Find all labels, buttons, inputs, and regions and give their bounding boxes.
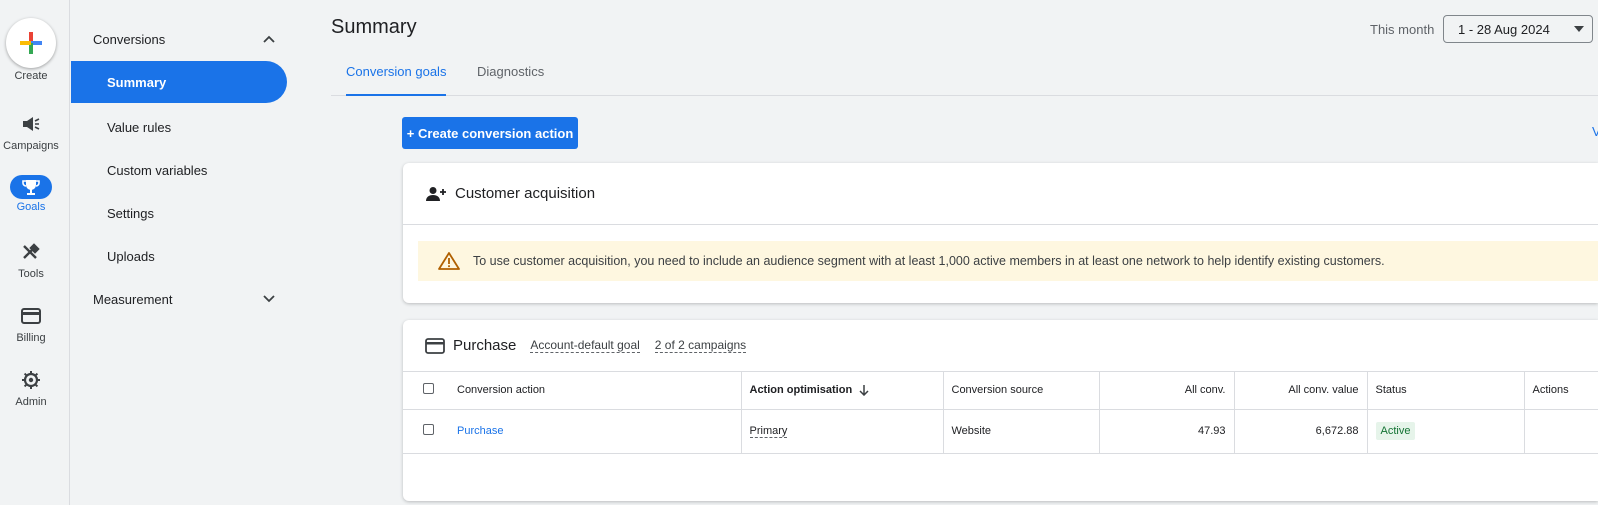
customer-acquisition-card: Customer acquisition To use customer acq…	[403, 163, 1598, 303]
left-rail: Create Campaigns Goals Tools Billing Adm…	[0, 0, 70, 505]
tab-diagnostics[interactable]: Diagnostics	[477, 64, 544, 96]
cell-all-conv-value: 6,672.88	[1234, 409, 1368, 454]
purchase-header: Purchase Account-default goal 2 of 2 cam…	[403, 320, 1598, 372]
customer-acquisition-warning: To use customer acquisition, you need to…	[418, 241, 1598, 281]
row-checkbox[interactable]	[423, 424, 434, 435]
nav-item-settings[interactable]: Settings	[71, 192, 287, 234]
table-row: Purchase Primary Website 47.93 6,672.88 …	[403, 409, 1598, 454]
tabs-bar: Conversion goals Diagnostics	[331, 56, 1598, 96]
secondary-nav: Conversions Summary Value rules Custom v…	[71, 0, 301, 505]
col-action-optimisation-label: Action optimisation	[749, 384, 853, 397]
nav-item-value-rules[interactable]: Value rules	[71, 106, 287, 148]
status-badge: Active	[1375, 422, 1416, 440]
date-range-value: 1 - 28 Aug 2024	[1458, 21, 1550, 37]
cell-actions	[1524, 409, 1598, 454]
col-actions: Actions	[1524, 372, 1598, 410]
page-title: Summary	[331, 16, 417, 38]
col-all-conv[interactable]: All conv.	[1099, 372, 1235, 410]
rail-item-tools[interactable]: Tools	[0, 240, 62, 280]
campaigns-count-link[interactable]: 2 of 2 campaigns	[654, 338, 747, 353]
nav-item-summary[interactable]: Summary	[71, 61, 287, 103]
rail-item-campaigns[interactable]: Campaigns	[0, 112, 62, 152]
tab-conversion-goals[interactable]: Conversion goals	[346, 64, 447, 96]
cell-action-optimisation: Primary	[741, 409, 944, 454]
col-conversion-source[interactable]: Conversion source	[943, 372, 1100, 410]
nav-item-custom-variables[interactable]: Custom variables	[71, 149, 287, 191]
cell-conversion-action: Purchase	[449, 409, 742, 454]
person-add-icon	[425, 186, 449, 202]
view-link-truncated[interactable]: V	[1592, 124, 1598, 139]
nav-conversions[interactable]: Conversions	[71, 23, 291, 55]
sort-arrow-down-icon	[859, 384, 869, 396]
rail-label-admin: Admin	[15, 396, 47, 408]
nav-measurement[interactable]: Measurement	[71, 283, 291, 315]
create-button[interactable]	[6, 18, 56, 68]
create-conversion-action-button[interactable]: + Create conversion action	[402, 117, 578, 149]
megaphone-icon	[0, 112, 62, 136]
customer-acquisition-title: Customer acquisition	[455, 185, 596, 202]
purchase-title: Purchase	[453, 337, 517, 354]
cell-status: Active	[1367, 409, 1525, 454]
cell-all-conv: 47.93	[1099, 409, 1235, 454]
nav-measurement-label: Measurement	[93, 291, 173, 307]
select-all-cell	[403, 372, 449, 410]
col-conversion-action[interactable]: Conversion action	[449, 372, 742, 410]
rail-item-admin[interactable]: Admin	[0, 368, 62, 408]
create-label: Create	[14, 70, 48, 82]
tools-icon	[0, 240, 62, 264]
rail-label-tools: Tools	[18, 268, 44, 280]
trophy-icon	[10, 175, 52, 199]
date-label: This month	[1370, 22, 1435, 37]
optimisation-value[interactable]: Primary	[749, 425, 788, 438]
conversion-actions-table: Conversion action Action optimisation Co…	[403, 372, 1598, 454]
gear-icon	[0, 368, 62, 392]
rail-label-billing: Billing	[16, 332, 46, 344]
col-all-conv-value[interactable]: All conv. value	[1234, 372, 1368, 410]
nav-conversions-label: Conversions	[93, 31, 166, 47]
rail-label-campaigns: Campaigns	[3, 140, 59, 152]
date-range-picker[interactable]: 1 - 28 Aug 2024	[1443, 15, 1593, 43]
dropdown-arrow-icon	[1574, 26, 1584, 32]
nav-item-uploads[interactable]: Uploads	[71, 235, 287, 277]
account-default-goal-link[interactable]: Account-default goal	[530, 338, 640, 353]
purchase-goal-card: Purchase Account-default goal 2 of 2 cam…	[403, 320, 1598, 501]
chevron-up-icon	[263, 35, 275, 43]
conversion-action-link[interactable]: Purchase	[457, 425, 503, 437]
plus-icon	[20, 32, 42, 54]
rail-item-billing[interactable]: Billing	[0, 304, 62, 344]
table-header-row: Conversion action Action optimisation Co…	[403, 372, 1598, 410]
col-status[interactable]: Status	[1367, 372, 1525, 410]
cell-conversion-source: Website	[943, 409, 1100, 454]
row-select-cell	[403, 409, 449, 454]
credit-card-icon	[0, 304, 62, 328]
rail-label-goals: Goals	[16, 201, 46, 213]
rail-item-goals[interactable]	[10, 175, 52, 203]
col-action-optimisation[interactable]: Action optimisation	[741, 372, 944, 410]
credit-card-icon	[425, 337, 445, 354]
warning-text: To use customer acquisition, you need to…	[473, 254, 1385, 268]
customer-acquisition-header: Customer acquisition	[403, 163, 1598, 225]
select-all-checkbox[interactable]	[423, 383, 434, 395]
chevron-down-icon	[263, 295, 275, 303]
warning-icon	[438, 252, 460, 270]
